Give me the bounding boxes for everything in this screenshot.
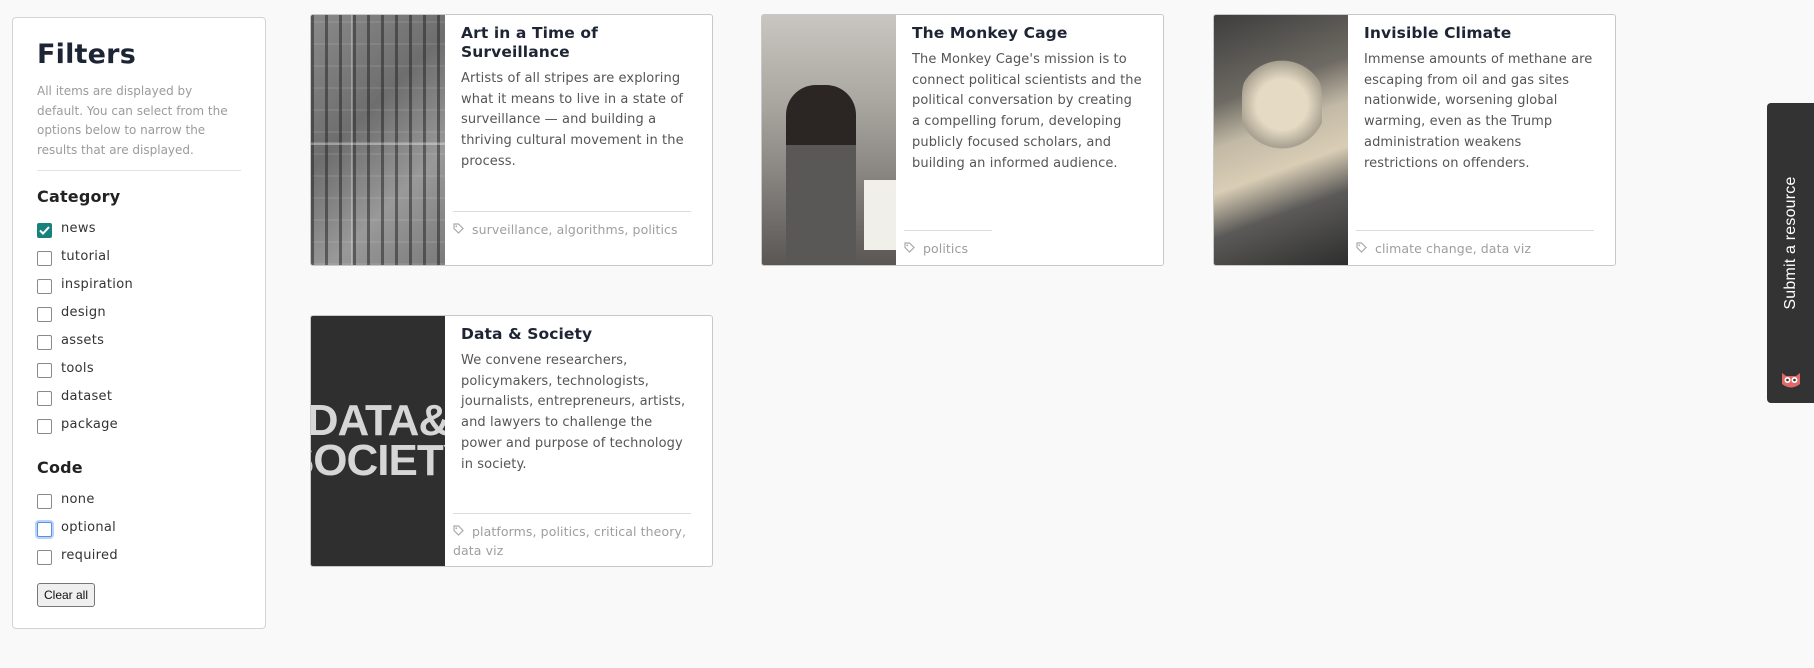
code-option-required[interactable]: required <box>37 541 241 569</box>
card-tags: surveillance, algorithms, politics <box>453 211 691 239</box>
news-checkbox[interactable] <box>37 222 52 238</box>
package-checkbox[interactable] <box>37 418 52 434</box>
tag-icon <box>904 239 915 258</box>
code-label: none <box>61 491 95 507</box>
filters-description: All items are displayed by default. You … <box>37 82 241 171</box>
card-body: Invisible Climate Immense amounts of met… <box>1356 15 1594 265</box>
code-option-none[interactable]: none <box>37 485 241 513</box>
resource-card[interactable]: Invisible Climate Immense amounts of met… <box>1213 14 1616 266</box>
protest-sign <box>864 180 896 250</box>
card-body: The Monkey Cage The Monkey Cage's missio… <box>904 15 1142 265</box>
card-title[interactable]: Data & Society <box>461 325 691 344</box>
category-label: design <box>61 304 106 320</box>
category-option-inspiration[interactable]: inspiration <box>37 270 241 298</box>
resource-card[interactable]: The Monkey Cage The Monkey Cage's missio… <box>761 14 1164 266</box>
tutorial-checkbox[interactable] <box>37 250 52 266</box>
code-label: required <box>61 547 118 563</box>
optional-checkbox[interactable] <box>37 521 52 537</box>
card-summary: Immense amounts of methane are escaping … <box>1364 52 1593 171</box>
filters-title: Filters <box>37 39 136 70</box>
resource-card[interactable]: DATA& SOCIETY Data & Society We convene … <box>310 315 713 567</box>
code-label: optional <box>61 519 117 535</box>
code-heading: Code <box>37 458 83 477</box>
filters-panel: Filters All items are displayed by defau… <box>12 17 266 629</box>
protester-figure <box>786 85 856 265</box>
card-thumbnail[interactable] <box>311 15 445 265</box>
card-tags-text: climate change, data viz <box>1375 241 1532 256</box>
card-tags-text: surveillance, algorithms, politics <box>472 222 678 237</box>
tag-icon <box>453 220 464 239</box>
category-option-tutorial[interactable]: tutorial <box>37 242 241 270</box>
card-thumbnail[interactable] <box>762 15 896 265</box>
tag-icon <box>1356 239 1367 258</box>
submit-resource-label[interactable]: Submit a resource <box>1782 176 1800 309</box>
category-option-assets[interactable]: assets <box>37 326 241 354</box>
card-summary: The Monkey Cage's mission is to connect … <box>912 52 1142 171</box>
category-label: inspiration <box>61 276 134 292</box>
category-label: dataset <box>61 388 113 404</box>
checkmark-icon <box>39 225 50 235</box>
clear-all-button[interactable]: Clear all <box>37 583 96 607</box>
card-title[interactable]: Invisible Climate <box>1364 24 1594 43</box>
category-option-tools[interactable]: tools <box>37 354 241 382</box>
card-thumbnail[interactable]: DATA& SOCIETY <box>311 316 445 566</box>
card-body: Art in a Time of Surveillance Artists of… <box>453 15 691 265</box>
required-checkbox[interactable] <box>37 549 52 565</box>
code-option-optional[interactable]: optional <box>37 513 241 541</box>
card-summary: We convene researchers, policymakers, te… <box>461 353 686 472</box>
category-option-package[interactable]: package <box>37 410 241 438</box>
submit-resource-tab[interactable]: Submit a resource <box>1767 103 1814 403</box>
category-label: package <box>61 416 118 432</box>
cockpit-window <box>1242 55 1322 165</box>
category-label: tools <box>61 360 94 376</box>
design-checkbox[interactable] <box>37 306 52 322</box>
card-body: Data & Society We convene researchers, p… <box>453 316 691 566</box>
card-title[interactable]: The Monkey Cage <box>912 24 1142 43</box>
tag-icon <box>453 522 464 541</box>
none-checkbox[interactable] <box>37 493 52 509</box>
dataset-checkbox[interactable] <box>37 390 52 406</box>
card-tags-text: politics <box>923 241 969 256</box>
card-tags: platforms, politics, critical theory, da… <box>453 513 691 560</box>
logo-line: DATA& <box>311 396 445 445</box>
category-option-dataset[interactable]: dataset <box>37 382 241 410</box>
category-heading: Category <box>37 187 121 206</box>
category-label: tutorial <box>61 248 111 264</box>
tools-checkbox[interactable] <box>37 362 52 378</box>
resource-card[interactable]: Art in a Time of Surveillance Artists of… <box>310 14 713 266</box>
category-option-news[interactable]: news <box>37 214 241 242</box>
card-tags: politics <box>904 230 992 258</box>
category-label: assets <box>61 332 105 348</box>
owl-icon <box>1782 373 1800 388</box>
card-tags: climate change, data viz <box>1356 230 1594 258</box>
surveillance-photo <box>311 15 445 265</box>
category-option-design[interactable]: design <box>37 298 241 326</box>
card-thumbnail[interactable] <box>1214 15 1348 265</box>
category-label: news <box>61 220 96 236</box>
logo-line: SOCIETY <box>311 436 445 485</box>
assets-checkbox[interactable] <box>37 334 52 350</box>
card-tags-text: platforms, politics, critical theory, da… <box>453 524 687 558</box>
data-society-logo: DATA& SOCIETY <box>311 396 445 485</box>
card-title[interactable]: Art in a Time of Surveillance <box>461 24 691 62</box>
inspiration-checkbox[interactable] <box>37 278 52 294</box>
card-summary: Artists of all stripes are exploring wha… <box>461 71 684 169</box>
